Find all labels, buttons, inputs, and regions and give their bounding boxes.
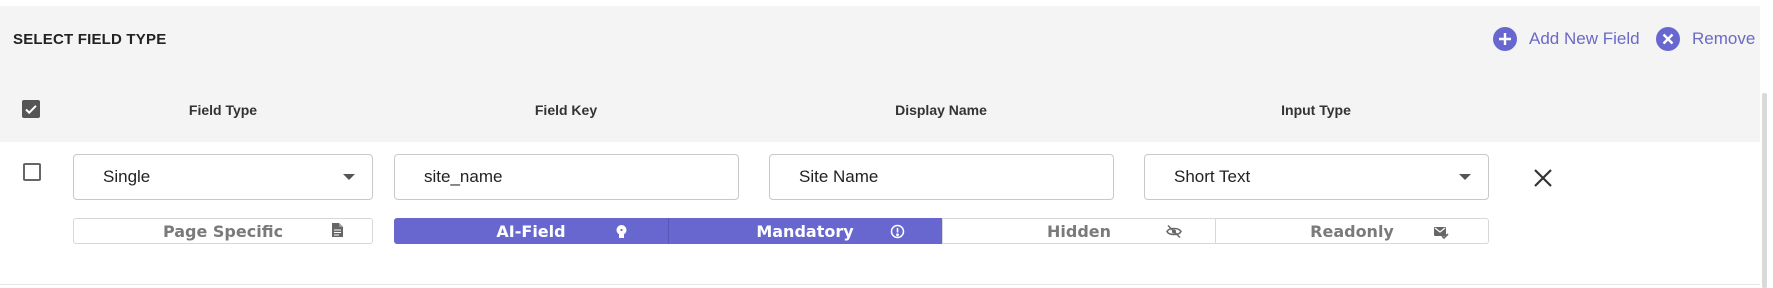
- select-all-checkbox[interactable]: [22, 100, 40, 118]
- input-type-value: Short Text: [1174, 167, 1251, 186]
- chevron-down-icon: [343, 174, 355, 180]
- input-type-select[interactable]: Short Text: [1144, 154, 1489, 200]
- readonly-toggle[interactable]: Readonly: [1216, 218, 1489, 244]
- readonly-icon: [1433, 224, 1449, 240]
- remove-button[interactable]: Remove: [1656, 27, 1755, 51]
- ai-field-toggle[interactable]: AI-Field: [394, 218, 668, 244]
- field-type-value: Single: [103, 167, 151, 186]
- plus-icon: [1493, 27, 1517, 51]
- remove-label: Remove: [1692, 29, 1756, 48]
- lightbulb-icon: [614, 224, 629, 239]
- display-name-input[interactable]: Site Name: [769, 154, 1114, 200]
- page-title: SELECT FIELD TYPE: [13, 31, 167, 48]
- remove-row-icon[interactable]: [1533, 168, 1553, 188]
- hidden-label: Hidden: [1046, 221, 1112, 241]
- chevron-down-icon: [1459, 174, 1471, 180]
- column-header-display-name: Display Name: [895, 102, 987, 118]
- column-header-field-key: Field Key: [534, 102, 598, 118]
- mandatory-label: Mandatory: [756, 221, 854, 241]
- alert-circle-icon: [890, 224, 905, 239]
- divider: [0, 284, 1760, 285]
- field-key-value: site_name: [424, 167, 503, 186]
- document-icon: [331, 222, 346, 237]
- add-new-field-label: Add New Field: [1529, 29, 1640, 48]
- vertical-scrollbar[interactable]: [1762, 93, 1767, 288]
- column-header-field-type: Field Type: [188, 102, 258, 118]
- mandatory-toggle[interactable]: Mandatory: [668, 218, 942, 244]
- close-circle-icon: [1656, 27, 1680, 51]
- column-header-input-type: Input Type: [1281, 102, 1351, 118]
- hidden-toggle[interactable]: Hidden: [942, 218, 1216, 244]
- field-type-select[interactable]: Single: [73, 154, 373, 200]
- display-name-value: Site Name: [799, 167, 879, 186]
- add-new-field-button[interactable]: Add New Field: [1493, 27, 1640, 51]
- readonly-label: Readonly: [1310, 221, 1394, 241]
- field-key-input[interactable]: site_name: [394, 154, 739, 200]
- eye-off-icon: [1166, 224, 1182, 239]
- page-specific-label: Page Specific: [162, 221, 284, 241]
- page-specific-toggle[interactable]: Page Specific: [73, 218, 373, 244]
- ai-field-label: AI-Field: [496, 221, 566, 241]
- row-checkbox[interactable]: [23, 163, 41, 181]
